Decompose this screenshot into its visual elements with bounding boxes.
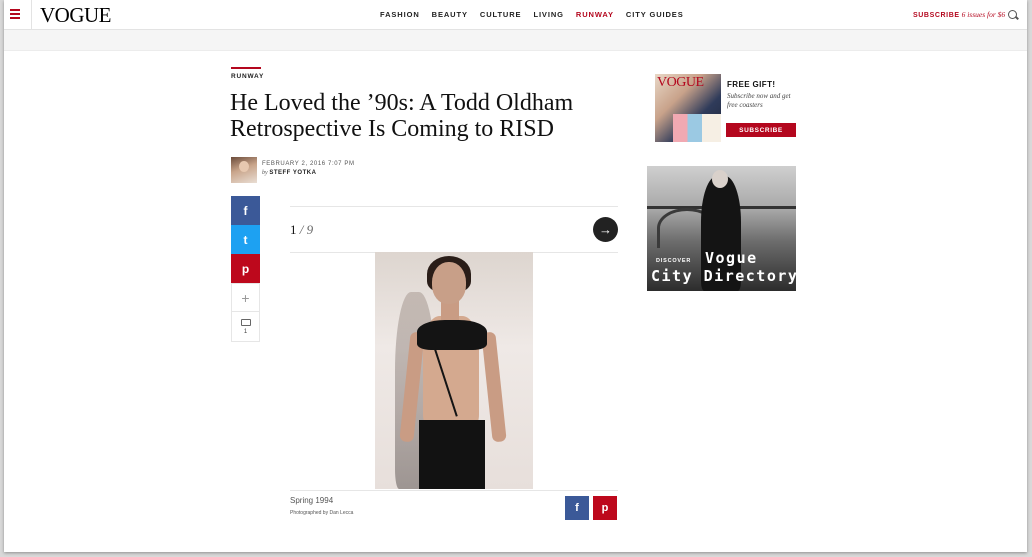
gallery-total: 9 bbox=[306, 222, 314, 237]
photo-caption: Spring 1994 bbox=[290, 496, 334, 505]
twitter-icon: t bbox=[243, 232, 248, 247]
gallery-divider-top bbox=[290, 206, 618, 207]
ad-vogue-label: Vogue bbox=[705, 249, 758, 267]
free-gift-title: FREE GIFT! bbox=[727, 80, 776, 89]
browser-page: VOGUE FASHION BEAUTY CULTURE LIVING RUNW… bbox=[4, 0, 1027, 552]
magazine-cover-ad[interactable]: VOGUE bbox=[655, 74, 721, 142]
main-nav: FASHION BEAUTY CULTURE LIVING RUNWAY CIT… bbox=[380, 10, 696, 20]
search-icon[interactable] bbox=[1008, 10, 1017, 19]
caption-divider bbox=[290, 490, 618, 491]
gallery-next-button[interactable]: → bbox=[593, 217, 618, 242]
nav-living[interactable]: LIVING bbox=[533, 10, 563, 20]
comment-icon bbox=[240, 318, 251, 326]
facebook-icon: f bbox=[243, 203, 248, 218]
gallery-photo[interactable] bbox=[375, 252, 533, 489]
gallery-separator: / bbox=[299, 222, 304, 237]
publish-date: FEBRUARY 2, 2016 7:07 PM bbox=[262, 161, 355, 167]
ad-city-directory-label: City Directory bbox=[651, 267, 796, 285]
photo-black-top bbox=[417, 320, 487, 350]
pinterest-icon: p bbox=[241, 261, 250, 276]
coasters-image bbox=[673, 114, 721, 142]
article-headline: He Loved the ’90s: A Todd Oldham Retrosp… bbox=[230, 90, 574, 142]
byline: by STEFF YOTKA bbox=[262, 170, 316, 176]
section-label[interactable]: RUNWAY bbox=[231, 73, 264, 80]
subscribe-label: SUBSCRIBE bbox=[913, 12, 960, 19]
gallery-counter: 1 / 9 bbox=[290, 222, 313, 238]
subscribe-link[interactable]: SUBSCRIBE 6 issues for $6 bbox=[913, 10, 1005, 21]
author-avatar[interactable] bbox=[231, 157, 257, 183]
nav-fashion[interactable]: FASHION bbox=[380, 10, 420, 20]
gallery-current: 1 bbox=[290, 222, 297, 237]
share-rail: f t p + 1 bbox=[231, 196, 260, 342]
subscribe-button[interactable]: SUBSCRIBE bbox=[726, 123, 796, 137]
ad-model-face bbox=[712, 170, 728, 188]
subscribe-offer: 6 issues for $6 bbox=[961, 10, 1006, 19]
plus-icon: + bbox=[241, 289, 250, 306]
arrow-right-icon: → bbox=[599, 222, 612, 237]
share-facebook-button[interactable]: f bbox=[231, 196, 260, 225]
pinterest-icon: p bbox=[601, 502, 609, 514]
divider bbox=[31, 0, 32, 30]
section-accent-line bbox=[231, 67, 261, 69]
comment-count: 1 bbox=[243, 328, 248, 335]
photo-credit: Photographed by Dan Lecca bbox=[290, 510, 354, 516]
comments-button[interactable]: 1 bbox=[231, 312, 260, 342]
photo-share-facebook-button[interactable]: f bbox=[565, 496, 589, 520]
share-more-button[interactable]: + bbox=[231, 283, 260, 312]
free-gift-text: Subscribe now and get free coasters bbox=[727, 92, 791, 109]
facebook-icon: f bbox=[575, 502, 579, 514]
share-twitter-button[interactable]: t bbox=[231, 225, 260, 254]
nav-runway[interactable]: RUNWAY bbox=[576, 10, 614, 20]
nav-culture[interactable]: CULTURE bbox=[480, 10, 522, 20]
hamburger-menu-icon[interactable] bbox=[10, 9, 20, 19]
share-pinterest-button[interactable]: p bbox=[231, 254, 260, 283]
publish-time-value: 7:07 PM bbox=[328, 161, 355, 167]
nav-city-guides[interactable]: CITY GUIDES bbox=[626, 10, 684, 20]
photo-black-skirt bbox=[419, 420, 485, 489]
photo-head bbox=[432, 262, 466, 304]
ad-banner-placeholder bbox=[4, 30, 1027, 51]
byline-prefix: by bbox=[262, 170, 268, 176]
author-name[interactable]: STEFF YOTKA bbox=[269, 170, 316, 176]
city-directory-ad[interactable]: DISCOVER Vogue City Directory bbox=[647, 166, 796, 291]
publish-date-value: FEBRUARY 2, 2016 bbox=[262, 161, 326, 167]
ad-discover-label: DISCOVER bbox=[656, 258, 692, 264]
top-navigation-bar: VOGUE FASHION BEAUTY CULTURE LIVING RUNW… bbox=[4, 0, 1027, 30]
photo-share-pinterest-button[interactable]: p bbox=[593, 496, 617, 520]
nav-beauty[interactable]: BEAUTY bbox=[432, 10, 468, 20]
magazine-cover-logo: VOGUE bbox=[657, 75, 704, 90]
vogue-logo[interactable]: VOGUE bbox=[40, 4, 112, 26]
